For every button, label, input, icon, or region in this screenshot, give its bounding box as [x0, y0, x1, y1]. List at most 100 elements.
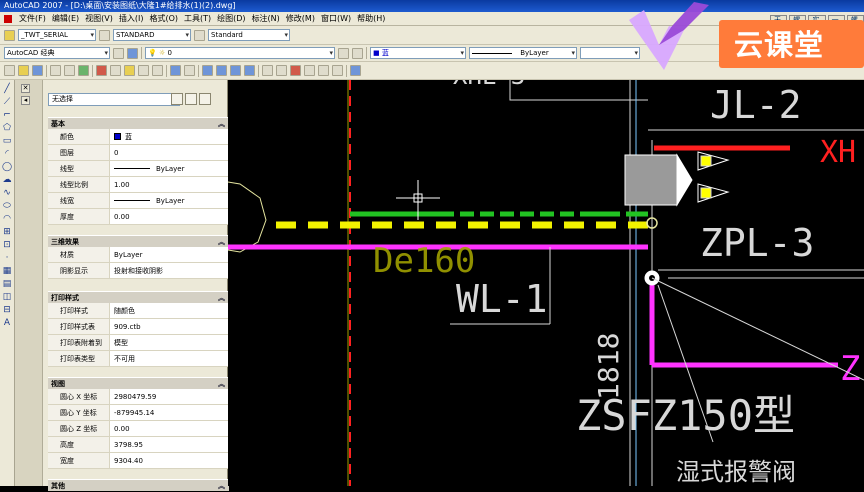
line-icon[interactable]: ╱: [2, 84, 13, 95]
property-row-material[interactable]: 材质 ByLayer: [48, 247, 229, 263]
region-icon[interactable]: ◫: [2, 292, 13, 303]
menu-draw[interactable]: 绘图(D): [214, 13, 248, 24]
collapse-icon[interactable]: ︽: [218, 118, 225, 130]
property-row-width[interactable]: 宽度 9304.40: [48, 453, 229, 469]
table-style-icon[interactable]: [194, 29, 205, 41]
copy-icon[interactable]: [110, 65, 121, 76]
property-row-plot-table-type[interactable]: 打印表类型 不可用: [48, 351, 229, 367]
drawing-area[interactable]: XHL-3 JL-2 XH De160: [228, 80, 864, 486]
layer-combo[interactable]: 💡 ☼ 0: [145, 47, 335, 59]
collapse-icon[interactable]: ︽: [218, 292, 225, 304]
property-row-height[interactable]: 高度 3798.95: [48, 437, 229, 453]
make-block-icon[interactable]: ⊡: [2, 240, 13, 251]
selection-combo[interactable]: 无选择: [48, 93, 180, 106]
toggle-pickadd-icon[interactable]: [171, 93, 183, 105]
dim-style-combo[interactable]: STANDARD: [113, 29, 191, 41]
side-button-solid[interactable]: 实体: [808, 15, 826, 33]
zoom-window-icon[interactable]: [230, 65, 241, 76]
side-button-bolt[interactable]: 螺栓: [789, 15, 807, 33]
menu-format[interactable]: 格式(O): [146, 13, 181, 24]
markup-icon[interactable]: [318, 65, 329, 76]
design-center-icon[interactable]: [276, 65, 287, 76]
auto-hide-icon[interactable]: ◂: [21, 96, 30, 105]
table-icon[interactable]: ⊟: [2, 305, 13, 316]
property-row-plot-attached[interactable]: 打印表附着到 模型: [48, 335, 229, 351]
multiline-text-icon[interactable]: A: [2, 318, 13, 329]
ellipse-icon[interactable]: ⬭: [2, 201, 13, 212]
close-icon[interactable]: ✕: [21, 84, 30, 93]
polygon-icon[interactable]: ⬠: [2, 123, 13, 134]
property-row-plot-table[interactable]: 打印样式表 909.ctb: [48, 319, 229, 335]
menu-modify[interactable]: 修改(M): [283, 13, 318, 24]
side-button-general[interactable]: 一般: [827, 15, 845, 33]
linetype-combo[interactable]: ByLayer: [469, 47, 577, 59]
property-row-color[interactable]: 颜色蓝: [48, 129, 229, 145]
workspace-settings-icon[interactable]: [113, 47, 124, 59]
zoom-previous-icon[interactable]: [244, 65, 255, 76]
autocad-icon[interactable]: [4, 14, 12, 23]
property-row-center-x[interactable]: 圆心 X 坐标 2980479.59: [48, 389, 229, 405]
spline-icon[interactable]: ∿: [2, 188, 13, 199]
quick-select-icon[interactable]: [199, 93, 211, 105]
calculator-icon[interactable]: [332, 65, 343, 76]
property-row-linetype[interactable]: 线型 ByLayer: [48, 161, 229, 177]
match-properties-icon[interactable]: [138, 65, 149, 76]
open-file-icon[interactable]: [18, 65, 29, 76]
help-icon[interactable]: [350, 65, 361, 76]
pan-icon[interactable]: [202, 65, 213, 76]
insert-block-icon[interactable]: ⊞: [2, 227, 13, 238]
menu-help[interactable]: 帮助(H): [354, 13, 388, 24]
side-button-tangent[interactable]: 天正: [770, 15, 788, 33]
publish-icon[interactable]: [78, 65, 89, 76]
collapse-icon[interactable]: ︽: [218, 236, 225, 248]
save-icon[interactable]: [32, 65, 43, 76]
section-header[interactable]: 视图 ︽: [48, 377, 229, 389]
section-header[interactable]: 打印样式 ︽: [48, 291, 229, 303]
table-style-combo[interactable]: Standard: [208, 29, 290, 41]
section-header[interactable]: 基本 ︽: [48, 117, 229, 129]
dim-style-icon[interactable]: [99, 29, 110, 41]
property-row-plot-style[interactable]: 打印样式 随颜色: [48, 303, 229, 319]
menu-window[interactable]: 窗口(W): [318, 13, 354, 24]
section-header[interactable]: 其他 ︽: [48, 479, 229, 491]
color-combo[interactable]: ■ 蓝: [370, 47, 466, 59]
property-row-thickness[interactable]: 厚度 0.00: [48, 209, 229, 225]
menu-view[interactable]: 视图(V): [82, 13, 116, 24]
undo-icon[interactable]: [170, 65, 181, 76]
rectangle-icon[interactable]: ▭: [2, 136, 13, 147]
menu-file[interactable]: 文件(F): [16, 13, 49, 24]
plot-icon[interactable]: [50, 65, 61, 76]
revision-cloud-icon[interactable]: ☁: [2, 175, 13, 186]
construction-line-icon[interactable]: ⟋: [2, 97, 13, 108]
menu-insert[interactable]: 插入(I): [116, 13, 147, 24]
side-button-thread[interactable]: 螺纹: [846, 15, 864, 33]
make-current-layer-icon[interactable]: [338, 47, 349, 59]
redo-icon[interactable]: [184, 65, 195, 76]
cad-drawing[interactable]: XHL-3 JL-2 XH De160: [228, 80, 864, 486]
property-row-linetype-scale[interactable]: 线型比例 1.00: [48, 177, 229, 193]
polyline-icon[interactable]: ⌐: [2, 110, 13, 121]
tool-palettes-icon[interactable]: [290, 65, 301, 76]
palette-title-strip[interactable]: ✕ ◂: [15, 80, 43, 486]
layer-previous-icon[interactable]: [352, 47, 363, 59]
paste-icon[interactable]: [124, 65, 135, 76]
collapse-icon[interactable]: ︽: [218, 378, 225, 390]
hatch-icon[interactable]: ▦: [2, 266, 13, 277]
circle-icon[interactable]: ◯: [2, 162, 13, 173]
arc-icon[interactable]: ◜: [2, 149, 13, 160]
property-row-center-y[interactable]: 圆心 Y 坐标 -879945.14: [48, 405, 229, 421]
menu-edit[interactable]: 编辑(E): [49, 13, 82, 24]
text-style-combo[interactable]: _TWT_SERIAL: [18, 29, 96, 41]
zoom-realtime-icon[interactable]: [216, 65, 227, 76]
new-file-icon[interactable]: [4, 65, 15, 76]
property-row-layer[interactable]: 图层 0: [48, 145, 229, 161]
select-objects-icon[interactable]: [185, 93, 197, 105]
plot-preview-icon[interactable]: [64, 65, 75, 76]
collapse-icon[interactable]: ︽: [218, 480, 225, 492]
sheet-set-icon[interactable]: [304, 65, 315, 76]
menu-tools[interactable]: 工具(T): [181, 13, 214, 24]
gradient-icon[interactable]: ▤: [2, 279, 13, 290]
block-editor-icon[interactable]: [152, 65, 163, 76]
workspace-combo[interactable]: AutoCAD 经典: [4, 47, 110, 59]
point-icon[interactable]: ·: [2, 253, 13, 264]
